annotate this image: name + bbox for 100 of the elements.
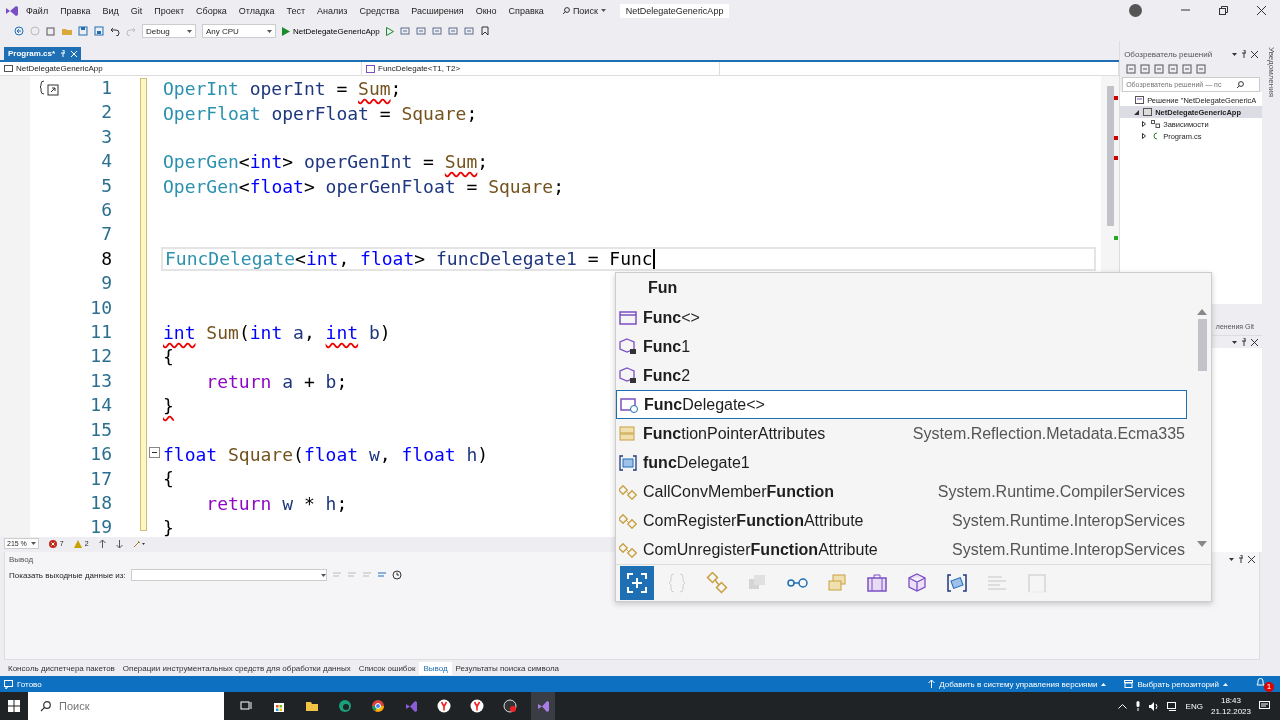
- close-icon[interactable]: [1251, 338, 1258, 346]
- completion-item[interactable]: ComRegisterFunctionAttribute System.Runtime.InteropServices: [616, 506, 1193, 535]
- configuration-dropdown[interactable]: Debug: [142, 24, 196, 38]
- switch-views-icon[interactable]: [1126, 64, 1137, 74]
- restore-icon[interactable]: [1218, 6, 1228, 15]
- back-arrow-icon[interactable]: [14, 26, 24, 36]
- close-icon[interactable]: [1256, 6, 1266, 15]
- toolbar-tool-icon[interactable]: [463, 26, 474, 36]
- clock-time[interactable]: 18:43: [1220, 695, 1241, 706]
- pin-icon[interactable]: [1238, 555, 1244, 563]
- browser-icon[interactable]: [371, 699, 385, 713]
- preview-icon[interactable]: [1196, 64, 1207, 74]
- record-disc-icon[interactable]: [503, 699, 517, 713]
- collapsed-arrow-icon[interactable]: [1142, 133, 1147, 139]
- repository-button[interactable]: Выбрать репозиторий: [1124, 679, 1228, 689]
- save-all-icon[interactable]: [94, 26, 104, 36]
- sync-icon[interactable]: [1154, 64, 1165, 74]
- member-dropdown[interactable]: FuncDelegate<T1, T2>: [362, 62, 720, 75]
- down-arrow-icon[interactable]: [115, 539, 123, 548]
- completion-item[interactable]: Func1: [616, 332, 1193, 361]
- toolbar-tool-icon[interactable]: [415, 26, 426, 36]
- notifications-tab[interactable]: Уведомления: [1266, 47, 1276, 98]
- completion-item[interactable]: Fun: [616, 273, 1193, 303]
- close-icon[interactable]: [1248, 555, 1255, 563]
- menu-item[interactable]: Окно: [469, 5, 503, 16]
- toolbar-tool-icon[interactable]: [447, 26, 458, 36]
- save-icon[interactable]: [78, 26, 88, 36]
- notifications-button[interactable]: 1: [1256, 676, 1274, 692]
- panel-tab[interactable]: Результаты поиска символа: [451, 661, 564, 675]
- menu-item[interactable]: Файл: [20, 5, 55, 16]
- swirl-logo-icon[interactable]: [338, 699, 352, 713]
- task-view-icon[interactable]: [239, 699, 253, 713]
- collapse-icon[interactable]: [148, 446, 160, 458]
- menu-item[interactable]: Правка: [54, 5, 97, 16]
- scroll-thumb[interactable]: [1197, 319, 1207, 371]
- search-button[interactable]: Поиск: [553, 5, 614, 16]
- caret-icon[interactable]: [1229, 557, 1234, 561]
- letter-y-icon[interactable]: [437, 699, 451, 713]
- search-field[interactable]: Поиск: [28, 692, 224, 720]
- brush-icon[interactable]: [132, 539, 145, 548]
- completion-item[interactable]: funcDelegate1: [616, 448, 1193, 477]
- panel-tab[interactable]: Консоль диспетчера пакетов: [4, 661, 119, 675]
- project-dropdown[interactable]: NetDelegateGenericApp: [0, 62, 362, 75]
- panel-tab[interactable]: Список ошибок: [354, 661, 420, 675]
- menu-item[interactable]: Тест: [280, 5, 312, 16]
- close-icon[interactable]: [1251, 50, 1258, 58]
- infinity-logo-icon[interactable]: [536, 699, 550, 713]
- completion-item[interactable]: ComUnregisterFunctionAttribute System.Runtime.InteropServices: [616, 535, 1193, 564]
- panel-tab[interactable]: Вывод: [419, 661, 452, 675]
- caret-icon[interactable]: [1232, 52, 1237, 56]
- filter-button[interactable]: [620, 566, 654, 600]
- platform-dropdown[interactable]: Any CPU: [202, 24, 276, 38]
- toolbar-tool-icon[interactable]: [399, 26, 410, 36]
- menu-item[interactable]: Справка: [502, 5, 550, 16]
- menu-item[interactable]: Анализ: [311, 5, 354, 16]
- up-arrow-icon[interactable]: [98, 539, 106, 548]
- microphone-icon[interactable]: [1134, 701, 1141, 711]
- menu-item[interactable]: Расширения: [405, 5, 470, 16]
- network-icon[interactable]: [1166, 701, 1178, 711]
- chevron-up-icon[interactable]: [1117, 703, 1127, 709]
- collapsed-arrow-icon[interactable]: [1142, 121, 1147, 127]
- menu-item[interactable]: Вид: [96, 5, 125, 16]
- history-icon[interactable]: [1140, 64, 1151, 74]
- pin-icon[interactable]: [1241, 50, 1247, 58]
- toggle-icon[interactable]: [376, 570, 387, 580]
- scroll-thumb[interactable]: [1107, 86, 1115, 226]
- copy-icon[interactable]: [1182, 64, 1193, 74]
- undo-icon[interactable]: [110, 26, 120, 36]
- collapse-all-icon[interactable]: [1168, 64, 1179, 74]
- menu-item[interactable]: Сборка: [190, 5, 233, 16]
- panel-tab[interactable]: Операции инструментальных средств для обработки данных: [118, 661, 355, 675]
- notification-center-icon[interactable]: [1259, 701, 1270, 711]
- folder-icon[interactable]: [305, 699, 319, 713]
- infinity-logo-icon[interactable]: [404, 699, 418, 713]
- menu-item[interactable]: Git: [124, 5, 149, 16]
- bookmark-icon[interactable]: [479, 26, 490, 36]
- completion-item[interactable]: Func2: [616, 361, 1193, 390]
- speaker-icon[interactable]: [1148, 701, 1159, 711]
- play-outline-icon[interactable]: [385, 26, 394, 36]
- completion-item[interactable]: Func<>: [616, 303, 1193, 332]
- completion-item[interactable]: FunctionPointerAttributes System.Reflection.Metadata.Ecma335: [616, 419, 1193, 448]
- expanded-arrow-icon[interactable]: [1133, 109, 1139, 115]
- menu-item[interactable]: Отладка: [232, 5, 281, 16]
- source-control-button[interactable]: Добавить в систему управления версиями: [928, 679, 1107, 689]
- completion-item[interactable]: CallConvMemberFunction System.Runtime.CompilerServices: [616, 477, 1193, 506]
- letter-y-icon[interactable]: [470, 699, 484, 713]
- caret-icon[interactable]: [1232, 340, 1237, 344]
- avatar-icon[interactable]: [1129, 4, 1142, 17]
- completion-item[interactable]: FuncDelegate<>: [616, 390, 1187, 419]
- new-item-icon[interactable]: [46, 26, 56, 36]
- toolbar-tool-icon[interactable]: [431, 26, 442, 36]
- menu-item[interactable]: Проект: [148, 5, 190, 16]
- menu-item[interactable]: Средства: [353, 5, 406, 16]
- windows-logo-icon[interactable]: [8, 700, 20, 712]
- pin-icon[interactable]: [1241, 338, 1247, 346]
- language-indicator[interactable]: ENG: [1185, 701, 1203, 711]
- clock-date[interactable]: 21.12.2023: [1210, 706, 1251, 717]
- clock-icon[interactable]: [391, 570, 402, 580]
- run-button[interactable]: NetDelegateGenericApp: [282, 26, 380, 36]
- search-input[interactable]: Поиск: [57, 699, 211, 713]
